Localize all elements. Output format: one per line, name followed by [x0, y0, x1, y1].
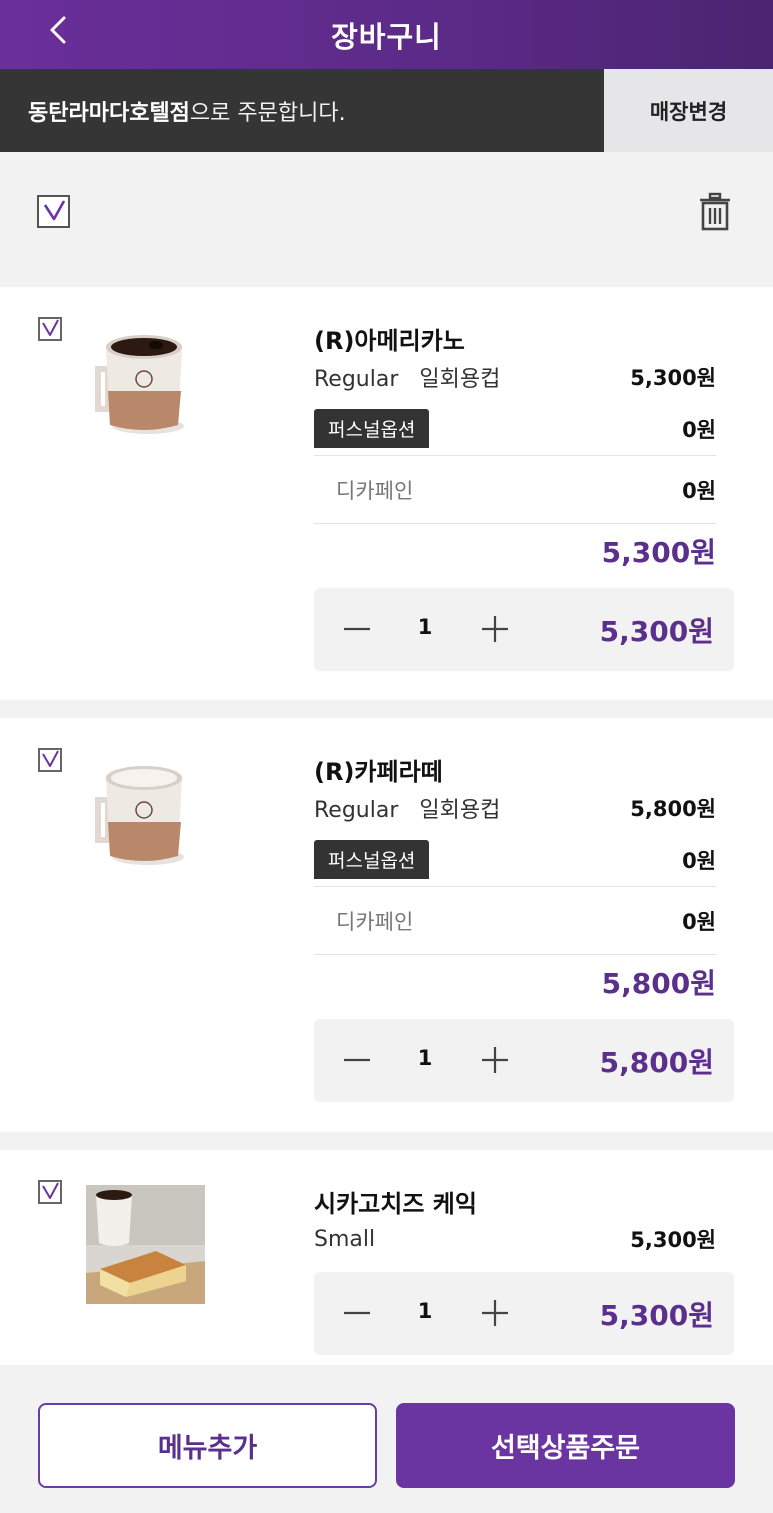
item-name: (R)카페라떼	[314, 758, 443, 786]
item-subtotal: 5,800원	[601, 967, 716, 1000]
store-name: 동탄라마다호텔점	[28, 100, 190, 126]
item-name: 시카고치즈 케익	[314, 1190, 477, 1218]
cart-item: (R)아메리카노 Regular 일회용컵 5,300원 퍼스널옵션 0원 디카…	[0, 287, 773, 700]
item-options: Regular 일회용컵	[314, 367, 501, 392]
item-subtotal: 5,300원	[601, 536, 716, 569]
sub-option-row: 디카페인 0원	[314, 906, 716, 936]
item-total: 5,300원	[599, 1299, 714, 1332]
store-suffix: 으로 주문합니다.	[189, 100, 346, 126]
personal-option-price: 0원	[682, 848, 716, 873]
item-option-row: Regular 일회용컵 5,300원	[314, 361, 716, 393]
personal-option-row: 퍼스널옵션 0원	[314, 840, 716, 879]
minus-icon[interactable]	[342, 614, 372, 644]
chevron-left-icon	[50, 16, 66, 44]
quantity-value: 1	[417, 1046, 433, 1070]
quantity-value: 1	[417, 615, 433, 639]
item-checkbox[interactable]	[38, 317, 62, 341]
cafe-latte-image	[95, 766, 184, 865]
order-selected-button[interactable]: 선택상품주문	[396, 1403, 735, 1488]
sub-option-price: 0원	[682, 479, 716, 503]
cart-item: (R)카페라떼 Regular 일회용컵 5,800원 퍼스널옵션 0원 디카페…	[0, 718, 773, 1132]
personal-option-badge: 퍼스널옵션	[314, 840, 430, 879]
divider	[314, 954, 716, 955]
divider	[314, 523, 716, 524]
item-options: Regular 일회용컵	[314, 798, 501, 823]
item-total: 5,300원	[599, 615, 714, 648]
quantity-stepper: 1 5,300원	[314, 1272, 734, 1355]
item-name: (R)아메리카노	[314, 327, 465, 355]
item-base-price: 5,800원	[630, 797, 716, 821]
select-all-bar	[0, 152, 773, 287]
bottom-action-bar: 메뉴추가 선택상품주문	[0, 1365, 773, 1513]
sub-option-label: 디카페인	[336, 910, 414, 934]
store-bar: 동탄라마다호텔점 으로 주문합니다. 매장변경	[0, 69, 773, 152]
quantity-stepper: 1 5,300원	[314, 588, 734, 671]
item-base-price: 5,300원	[630, 1228, 716, 1252]
plus-icon[interactable]	[480, 614, 510, 644]
divider	[314, 886, 716, 887]
item-checkbox[interactable]	[38, 748, 62, 772]
item-total: 5,800원	[599, 1046, 714, 1079]
quantity-value: 1	[417, 1299, 433, 1323]
trash-icon[interactable]	[697, 192, 733, 232]
back-button[interactable]	[38, 8, 82, 52]
item-base-price: 5,300원	[630, 366, 716, 390]
minus-icon[interactable]	[342, 1045, 372, 1075]
plus-icon[interactable]	[480, 1298, 510, 1328]
personal-option-badge: 퍼스널옵션	[314, 409, 430, 448]
cheesecake-image	[86, 1185, 205, 1304]
checkmark-icon	[43, 200, 66, 221]
sub-option-row: 디카페인 0원	[314, 475, 716, 505]
change-store-button[interactable]: 매장변경	[604, 69, 773, 152]
checkmark-icon	[42, 319, 59, 336]
personal-option-price: 0원	[682, 417, 716, 442]
item-option-row: Regular 일회용컵 5,800원	[314, 792, 716, 824]
page-title: 장바구니	[331, 19, 442, 54]
add-menu-button[interactable]: 메뉴추가	[38, 1403, 377, 1488]
app-header: 장바구니	[0, 0, 773, 69]
store-info: 동탄라마다호텔점 으로 주문합니다.	[0, 69, 604, 152]
select-all-checkbox[interactable]	[37, 195, 70, 228]
sub-option-label: 디카페인	[336, 479, 414, 503]
item-options: Small	[314, 1226, 376, 1252]
checkmark-icon	[42, 750, 59, 767]
americano-image	[95, 335, 184, 434]
sub-option-price: 0원	[682, 910, 716, 934]
divider	[314, 455, 716, 456]
item-option-row: Small 5,300원	[314, 1224, 716, 1254]
quantity-stepper: 1 5,800원	[314, 1019, 734, 1102]
minus-icon[interactable]	[342, 1298, 372, 1328]
item-checkbox[interactable]	[38, 1180, 62, 1204]
checkmark-icon	[42, 1182, 59, 1199]
personal-option-row: 퍼스널옵션 0원	[314, 409, 716, 448]
plus-icon[interactable]	[480, 1045, 510, 1075]
cart-item: 시카고치즈 케익 Small 5,300원 1 5,300원	[0, 1150, 773, 1365]
